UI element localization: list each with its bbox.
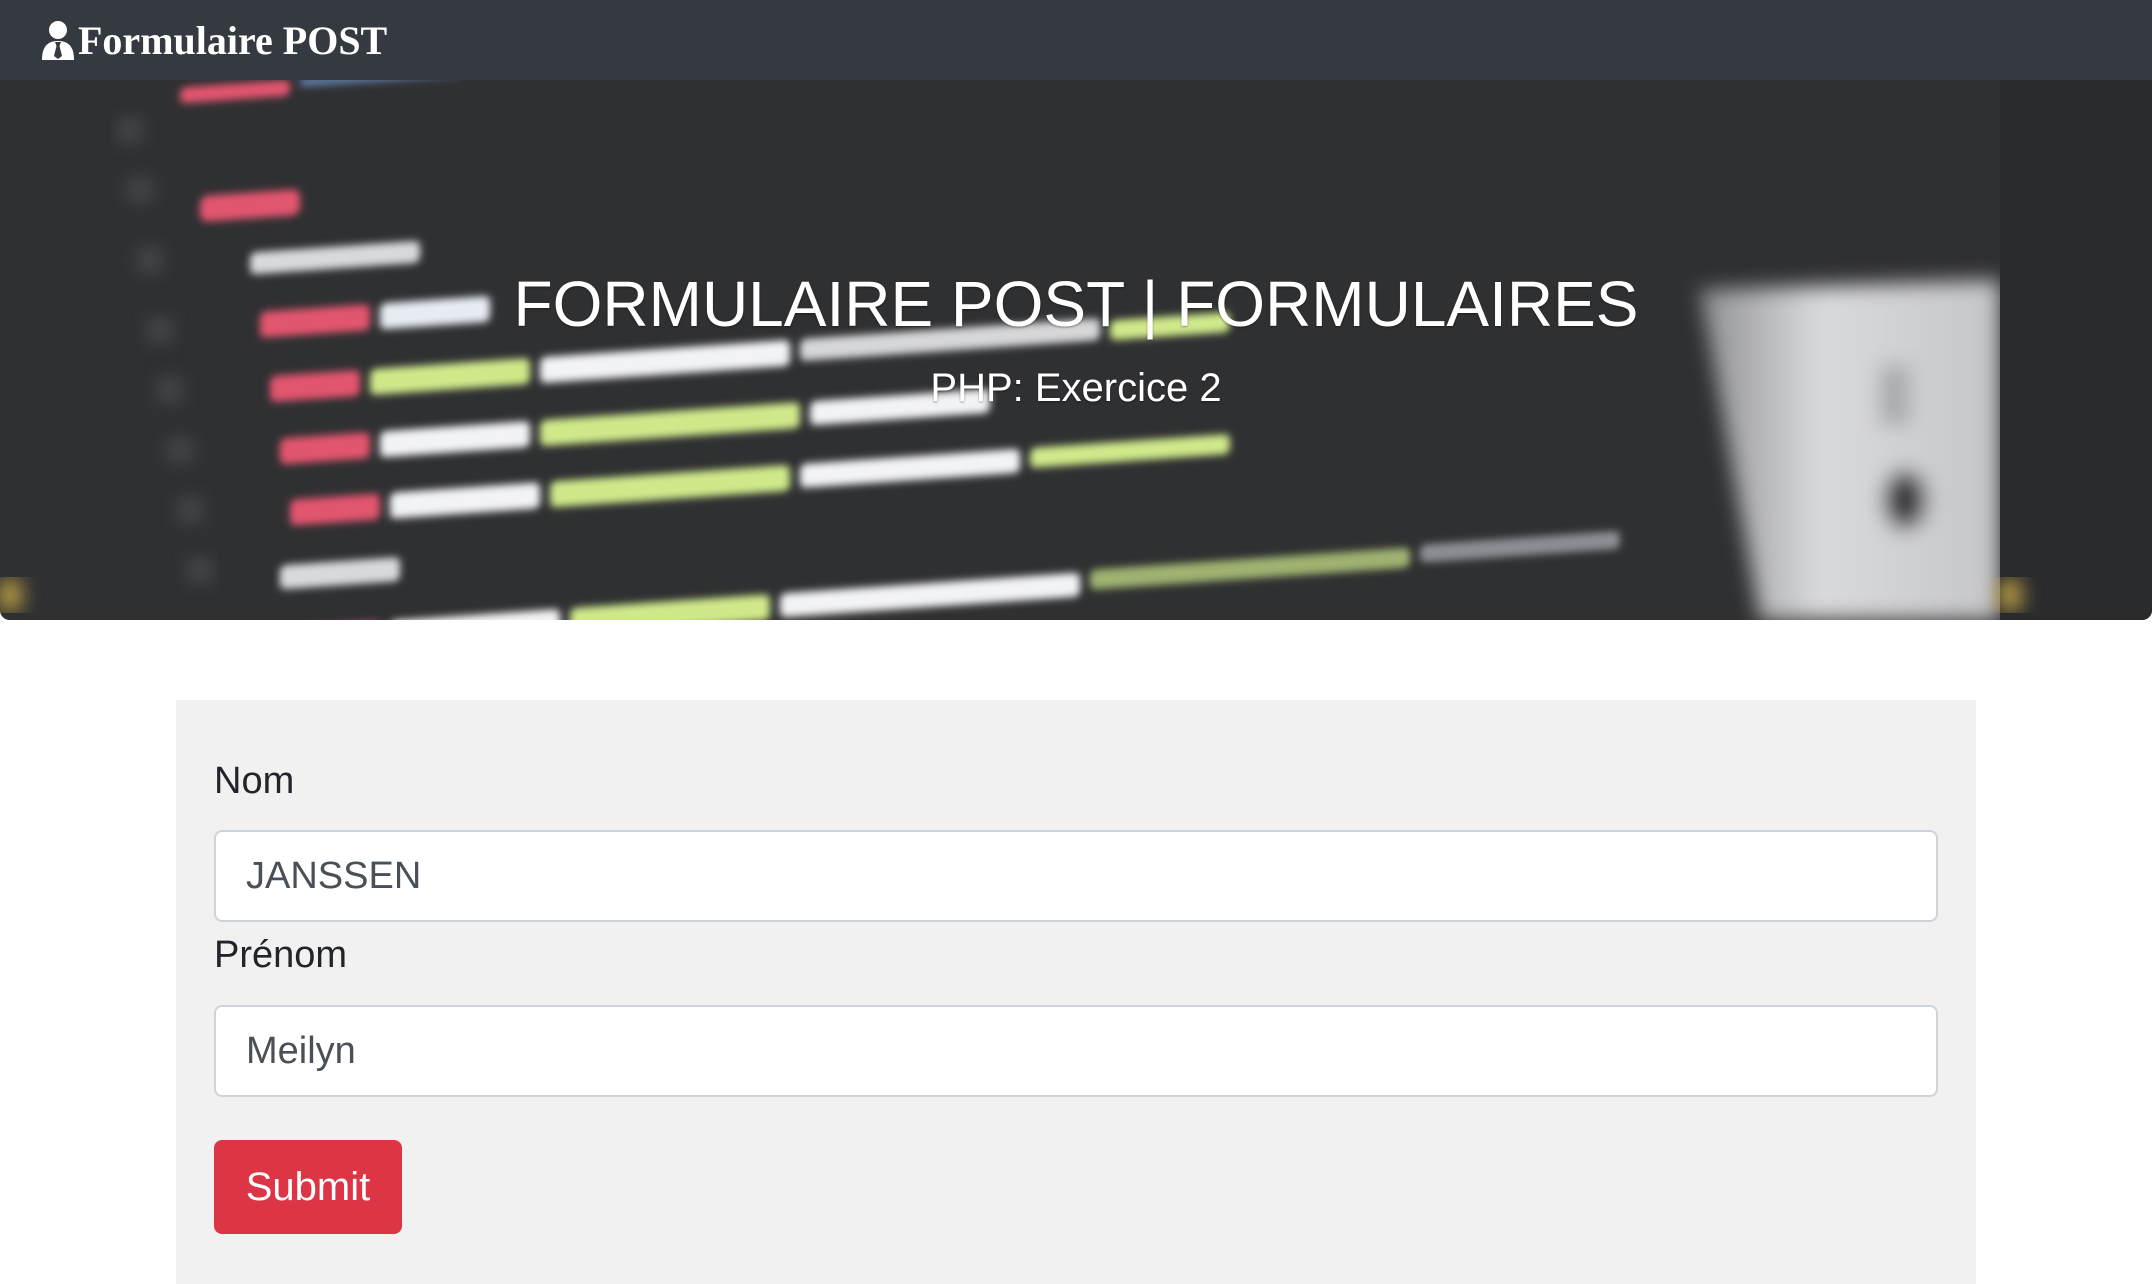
hero-background-image — [0, 80, 2152, 620]
navbar-brand[interactable]: Formulaire POST — [40, 17, 387, 64]
prenom-input[interactable] — [214, 1005, 1938, 1097]
prenom-label: Prénom — [214, 934, 348, 976]
hero-subtitle: PHP: Exercice 2 — [930, 366, 1222, 410]
nom-input[interactable] — [214, 830, 1938, 922]
post-form: Nom Prénom Submit — [176, 700, 1976, 1284]
hero-banner: FORMULAIRE POST | FORMULAIRES PHP: Exerc… — [0, 80, 2152, 620]
navbar: Formulaire POST — [0, 0, 2152, 80]
brand-label: Formulaire POST — [78, 17, 388, 63]
user-tie-icon — [40, 20, 76, 60]
hero-title: FORMULAIRE POST | FORMULAIRES — [513, 268, 1639, 340]
submit-button[interactable]: Submit — [214, 1140, 402, 1234]
nom-label: Nom — [214, 760, 295, 802]
